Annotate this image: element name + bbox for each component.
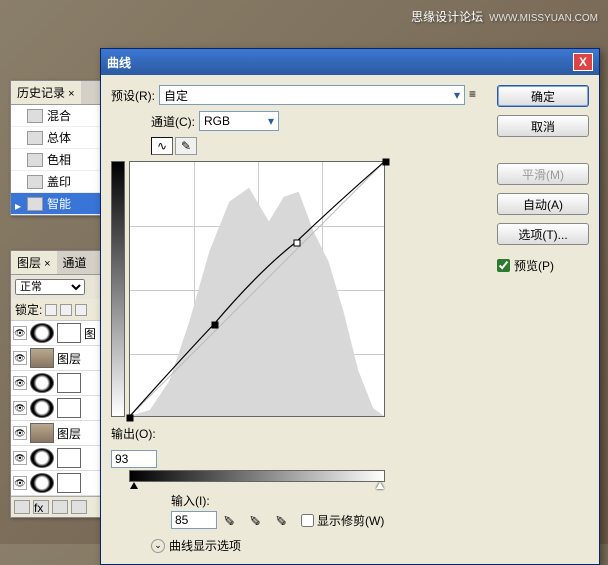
curve-point-selected[interactable] <box>212 322 219 329</box>
cancel-button[interactable]: 取消 <box>497 115 589 137</box>
gray-eyedropper-icon[interactable] <box>249 511 269 529</box>
channel-select[interactable]: RGB▾ <box>199 111 279 131</box>
curve-point[interactable] <box>383 159 390 166</box>
curve-line <box>130 162 384 416</box>
black-eyedropper-icon[interactable] <box>223 511 243 529</box>
lock-pixels-icon[interactable] <box>45 304 57 316</box>
mask-icon[interactable] <box>52 500 68 514</box>
y-gradient <box>111 161 125 417</box>
display-options-label[interactable]: 曲线显示选项 <box>169 537 241 554</box>
preset-menu-icon[interactable]: ≡ <box>469 87 485 103</box>
eye-icon[interactable] <box>13 476 27 490</box>
white-eyedropper-icon[interactable] <box>275 511 295 529</box>
curve-point[interactable] <box>127 415 134 422</box>
options-button[interactable]: 选项(T)... <box>497 223 589 245</box>
link-icon[interactable] <box>14 500 30 514</box>
tab-layers[interactable]: 图层 × <box>11 251 57 274</box>
auto-button[interactable]: 自动(A) <box>497 193 589 215</box>
fx-icon[interactable]: fx <box>33 500 49 514</box>
tab-history[interactable]: 历史记录 × <box>11 81 81 104</box>
chevron-down-icon[interactable]: ⌄ <box>151 539 165 553</box>
preset-select[interactable]: 自定▾ <box>159 85 465 105</box>
lock-all-icon[interactable] <box>75 304 87 316</box>
input-label: 输入(I): <box>171 492 210 509</box>
titlebar[interactable]: 曲线 X <box>101 49 599 75</box>
adjustment-icon[interactable] <box>71 500 87 514</box>
eye-icon[interactable] <box>13 351 27 365</box>
smooth-button: 平滑(M) <box>497 163 589 185</box>
curve-tool-icon[interactable]: ∿ <box>151 137 173 155</box>
watermark: 思缘设计论坛WWW.MISSYUAN.COM <box>411 8 598 25</box>
input-input[interactable] <box>171 511 217 529</box>
blend-mode-select[interactable]: 正常 <box>15 279 85 295</box>
lock-position-icon[interactable] <box>60 304 72 316</box>
eye-icon[interactable] <box>13 426 27 440</box>
curve-point[interactable] <box>294 240 301 247</box>
x-gradient[interactable] <box>129 470 385 482</box>
output-label: 输出(O): <box>111 425 156 442</box>
pencil-tool-icon[interactable]: ✎ <box>175 137 197 155</box>
curve-graph[interactable] <box>129 161 385 417</box>
show-clipping-checkbox[interactable]: 显示修剪(W) <box>301 512 384 529</box>
close-button[interactable]: X <box>573 53 593 71</box>
output-input[interactable] <box>111 450 157 468</box>
channel-label: 通道(C): <box>151 113 195 130</box>
eye-icon[interactable] <box>13 401 27 415</box>
ok-button[interactable]: 确定 <box>497 85 589 107</box>
eye-icon[interactable] <box>13 376 27 390</box>
white-point-slider[interactable] <box>376 482 384 489</box>
eye-icon[interactable] <box>13 451 27 465</box>
preview-checkbox[interactable]: 预览(P) <box>497 257 589 274</box>
dialog-title: 曲线 <box>107 54 131 71</box>
curves-dialog: 曲线 X 预设(R): 自定▾ ≡ 通道(C): RGB▾ ∿ ✎ <box>100 48 600 565</box>
preset-label: 预设(R): <box>111 87 155 104</box>
eye-icon[interactable] <box>13 326 27 340</box>
black-point-slider[interactable] <box>130 482 138 489</box>
tab-channels[interactable]: 通道 <box>57 251 93 274</box>
